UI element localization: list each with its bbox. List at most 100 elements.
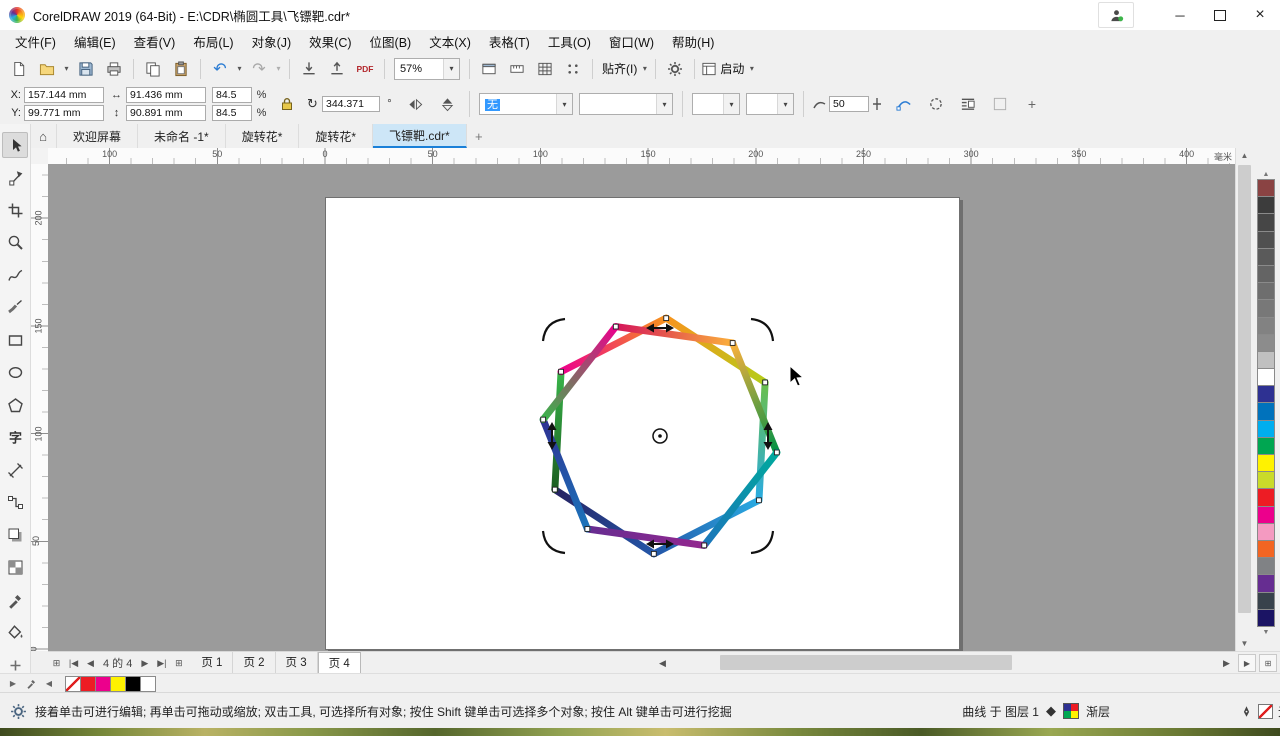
- menu-item[interactable]: 对象(J): [243, 29, 301, 54]
- freehand-tool[interactable]: [2, 262, 28, 288]
- crop-tool[interactable]: [2, 197, 28, 223]
- outline-color-chip[interactable]: [1257, 703, 1273, 719]
- show-rulers-button[interactable]: [504, 57, 530, 81]
- new-tab-button[interactable]: +: [467, 124, 491, 148]
- page-tab[interactable]: 页 3: [275, 652, 318, 674]
- more-options-button[interactable]: +: [1019, 91, 1045, 117]
- line-style-select[interactable]: ▾: [579, 93, 673, 115]
- first-page-button[interactable]: |◀: [65, 654, 82, 672]
- add-page-button[interactable]: ⊞: [170, 654, 187, 672]
- palette-scroll-up[interactable]: ▲: [1263, 164, 1270, 178]
- home-tab-button[interactable]: ⌂: [30, 124, 57, 148]
- color-swatch[interactable]: [1257, 385, 1275, 404]
- menu-item[interactable]: 表格(T): [480, 29, 539, 54]
- rotate-handle-top-left[interactable]: [541, 317, 566, 342]
- document-tab[interactable]: 旋转花*: [299, 124, 374, 148]
- maximize-button[interactable]: [1200, 0, 1240, 30]
- rotation-pivot[interactable]: [652, 428, 668, 444]
- horizontal-scroll-thumb[interactable]: [720, 655, 1012, 670]
- page-tab[interactable]: 页 1: [191, 652, 234, 674]
- color-swatch[interactable]: [1257, 230, 1275, 249]
- lock-ratio-button[interactable]: [274, 91, 300, 117]
- fill-color-chip[interactable]: [1062, 703, 1079, 719]
- show-grid-button[interactable]: [532, 57, 558, 81]
- menu-item[interactable]: 查看(V): [125, 29, 185, 54]
- start-arrowhead-select[interactable]: ▾: [692, 93, 740, 115]
- palette-scroll-down[interactable]: ▼: [1263, 629, 1270, 636]
- undo-button[interactable]: ↶: [207, 57, 233, 81]
- open-dropdown-arrow[interactable]: ▾: [62, 64, 71, 73]
- vertical-scroll-thumb[interactable]: [1238, 165, 1251, 613]
- add-page-button[interactable]: ⊞: [48, 654, 65, 672]
- artwork[interactable]: [48, 164, 1235, 651]
- launch-button[interactable]: 启动 ▾: [701, 60, 756, 77]
- scale-x-field[interactable]: [212, 87, 252, 103]
- menu-item[interactable]: 工具(O): [539, 29, 600, 54]
- outline-width-select[interactable]: 无 ▾: [479, 93, 573, 115]
- zoom-tool[interactable]: [2, 230, 28, 256]
- redo-dropdown-arrow[interactable]: ▾: [274, 64, 283, 73]
- pick-tool[interactable]: [2, 132, 28, 158]
- color-swatch[interactable]: [80, 675, 96, 692]
- copy-button[interactable]: [140, 57, 166, 81]
- menu-item[interactable]: 位图(B): [361, 29, 421, 54]
- color-swatch[interactable]: [1257, 316, 1275, 335]
- object-width-field[interactable]: [126, 87, 206, 103]
- color-swatch[interactable]: [1257, 591, 1275, 610]
- mirror-vertical-button[interactable]: [434, 91, 460, 117]
- color-swatch[interactable]: [1257, 505, 1275, 524]
- zoom-level-select[interactable]: 57% ▾: [394, 57, 460, 80]
- scroll-down-button[interactable]: ▼: [1236, 636, 1253, 651]
- pan-page-button[interactable]: ▶: [1238, 654, 1256, 672]
- drawing-canvas[interactable]: [48, 164, 1235, 651]
- color-swatch[interactable]: [1257, 454, 1275, 473]
- options-button[interactable]: [662, 57, 688, 81]
- color-swatch[interactable]: [1257, 213, 1275, 232]
- transparency-tool[interactable]: [2, 555, 28, 581]
- close-button[interactable]: ×: [1240, 0, 1280, 30]
- no-color-swatch[interactable]: [65, 675, 81, 692]
- snap-to-button[interactable]: 贴齐(I) ▾: [599, 60, 649, 77]
- rotation-angle-field[interactable]: [322, 96, 380, 112]
- page-tab[interactable]: 页 2: [233, 652, 276, 674]
- menu-item[interactable]: 编辑(E): [65, 29, 125, 54]
- account-button[interactable]: [1098, 2, 1134, 28]
- menu-item[interactable]: 窗口(W): [600, 29, 663, 54]
- artistic-media-tool[interactable]: [2, 295, 28, 321]
- publish-pdf-button[interactable]: PDF: [352, 57, 378, 81]
- menu-item[interactable]: 文本(X): [420, 29, 480, 54]
- menu-item[interactable]: 文件(F): [6, 29, 65, 54]
- convert-to-curves-button[interactable]: [891, 91, 917, 117]
- previous-page-button[interactable]: ◀: [82, 654, 99, 672]
- color-swatch[interactable]: [1257, 350, 1275, 370]
- y-position-field[interactable]: [24, 105, 104, 121]
- snap-options-button[interactable]: [560, 57, 586, 81]
- last-page-button[interactable]: ▶|: [153, 654, 170, 672]
- color-swatch[interactable]: [1257, 488, 1275, 507]
- stepper-icon[interactable]: [872, 97, 885, 111]
- paste-button[interactable]: [168, 57, 194, 81]
- scale-y-field[interactable]: [212, 105, 252, 121]
- open-button[interactable]: [34, 57, 60, 81]
- color-swatch[interactable]: [125, 675, 141, 692]
- scroll-up-button[interactable]: ▲: [1236, 148, 1253, 163]
- text-wrap-button[interactable]: [955, 91, 981, 117]
- next-page-button[interactable]: ▶: [136, 654, 153, 672]
- dimension-tool[interactable]: [2, 457, 28, 483]
- redo-button[interactable]: ↷: [246, 57, 272, 81]
- fullscreen-preview-button[interactable]: [476, 57, 502, 81]
- color-swatch[interactable]: [1257, 608, 1275, 627]
- scroll-left-button[interactable]: ◀: [654, 654, 671, 672]
- document-tab[interactable]: 未命名 -1*: [138, 124, 226, 148]
- color-swatch[interactable]: [1257, 539, 1275, 559]
- connector-tool[interactable]: [2, 490, 28, 516]
- object-height-field[interactable]: [126, 105, 206, 121]
- docpal-eyedropper-button[interactable]: [24, 677, 38, 691]
- minimize-button[interactable]: ─: [1160, 0, 1200, 30]
- color-swatch[interactable]: [1257, 299, 1275, 318]
- pen-settings-button[interactable]: [987, 91, 1013, 117]
- color-eyedropper-tool[interactable]: [2, 587, 28, 613]
- document-tab[interactable]: 飞镖靶.cdr*: [373, 124, 467, 148]
- docpal-scroll-left-button[interactable]: ◀: [42, 677, 56, 691]
- rotate-handle-bottom-left[interactable]: [541, 530, 566, 555]
